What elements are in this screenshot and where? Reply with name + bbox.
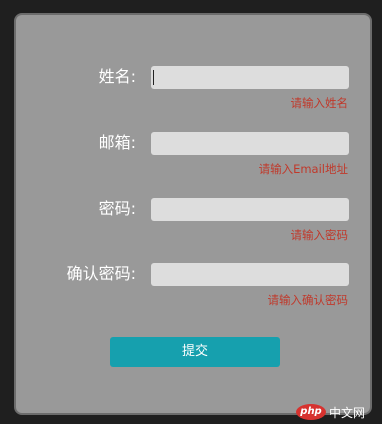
name-hint: 请输入姓名 <box>290 96 349 110</box>
name-label: 姓名: <box>98 67 136 86</box>
password-input[interactable] <box>151 198 349 221</box>
confirm-password-label: 确认密码: <box>66 264 136 283</box>
confirm-password-hint: 请输入确认密码 <box>267 293 349 307</box>
name-input[interactable] <box>151 66 349 89</box>
text-caret <box>153 70 154 85</box>
confirm-password-input[interactable] <box>151 263 349 286</box>
watermark-text: 中文网 <box>329 405 366 420</box>
registration-form: 姓名: 请输入姓名 邮箱: 请输入Email地址 密码: 请输入密码 确认密码:… <box>14 13 372 415</box>
email-input[interactable] <box>151 132 349 155</box>
submit-button[interactable]: 提交 <box>110 337 280 367</box>
password-hint: 请输入密码 <box>290 228 349 242</box>
password-label: 密码: <box>98 199 136 218</box>
php-logo-icon: php <box>296 404 326 420</box>
email-label: 邮箱: <box>98 133 136 152</box>
site-watermark: php 中文网 <box>296 403 365 421</box>
email-hint: 请输入Email地址 <box>258 162 348 176</box>
